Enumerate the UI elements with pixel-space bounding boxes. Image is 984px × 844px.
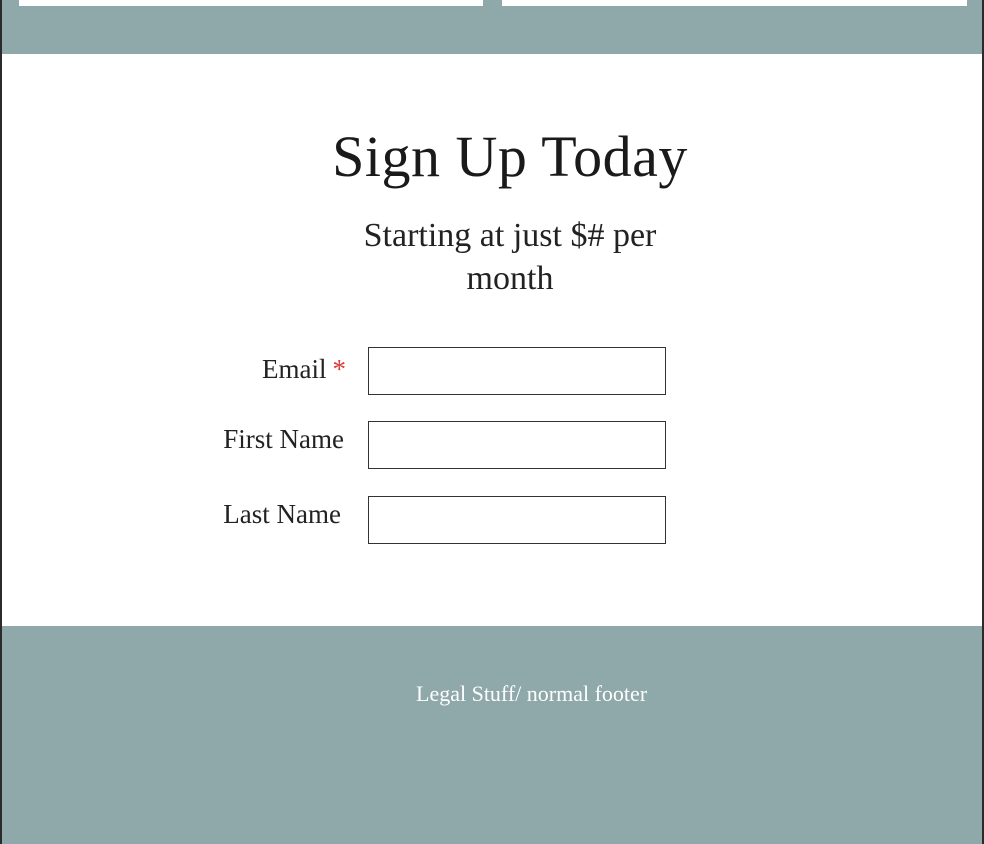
first-name-row: First Name bbox=[2, 421, 982, 471]
email-field[interactable] bbox=[368, 347, 666, 395]
last-name-field[interactable] bbox=[368, 496, 666, 544]
page-frame: Sign Up Today Starting at just $# per mo… bbox=[2, 0, 982, 844]
signup-section: Sign Up Today Starting at just $# per mo… bbox=[2, 54, 982, 626]
top-banner bbox=[2, 0, 982, 54]
page-title: Sign Up Today bbox=[332, 124, 688, 189]
last-name-row: Last Name bbox=[2, 496, 982, 546]
first-name-field[interactable] bbox=[368, 421, 666, 469]
pricing-subtitle: Starting at just $# per month bbox=[363, 217, 657, 297]
first-name-label: First Name bbox=[223, 424, 344, 454]
footer-legal-text: Legal Stuff/ normal footer bbox=[416, 681, 648, 706]
footer: Legal Stuff/ normal footer bbox=[2, 626, 982, 844]
top-card-left bbox=[19, 0, 483, 6]
email-label-text: Email bbox=[262, 354, 327, 384]
top-card-right bbox=[502, 0, 967, 6]
email-label: Email * bbox=[262, 351, 346, 387]
required-asterisk: * bbox=[332, 354, 347, 384]
last-name-label: Last Name bbox=[223, 499, 341, 529]
email-row: Email * bbox=[2, 347, 982, 397]
